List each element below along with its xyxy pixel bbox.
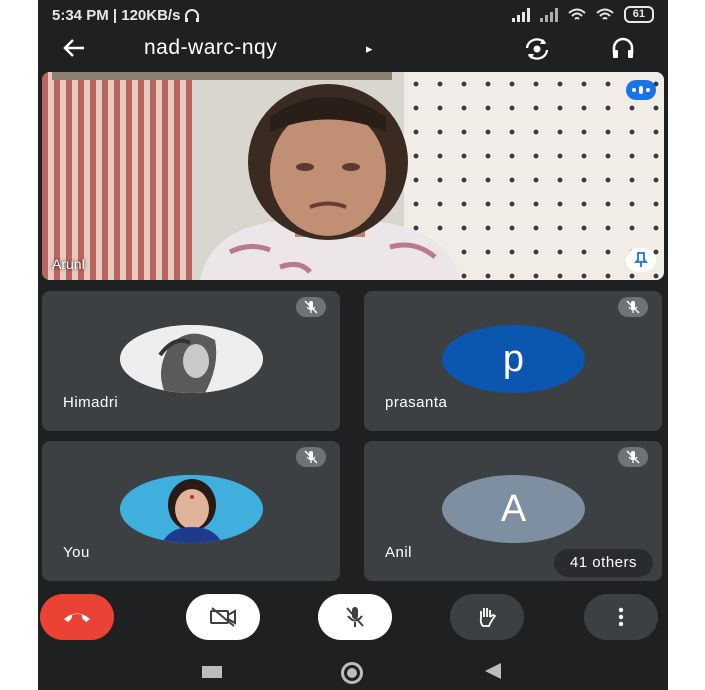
pin-icon[interactable]	[626, 248, 656, 272]
mic-off-icon	[296, 297, 326, 317]
switch-camera-icon[interactable]	[523, 36, 551, 62]
status-left: 5:34 PM | 120KB/s	[52, 7, 200, 24]
mic-off-icon	[618, 447, 648, 467]
mic-off-icon	[346, 607, 364, 627]
camera-toggle-button[interactable]	[186, 594, 260, 640]
recents-icon[interactable]	[202, 666, 222, 678]
participant-tile-anil[interactable]: A Anil 41 others	[364, 441, 662, 581]
signal-2-icon	[539, 7, 558, 22]
others-count-badge[interactable]: 41 others	[553, 549, 653, 577]
phone-hangup-icon	[64, 613, 90, 622]
participant-name: prasanta	[385, 394, 448, 411]
call-controls	[38, 590, 668, 650]
wifi-icon	[568, 8, 586, 20]
status-right: 61	[511, 6, 654, 23]
hand-icon	[479, 608, 497, 627]
status-bar: 5:34 PM | 120KB/s 61	[38, 0, 668, 32]
main-speaker-video[interactable]: Arunl	[42, 72, 664, 280]
speaker-figure	[200, 84, 460, 280]
system-nav-bar	[38, 650, 668, 690]
mic-toggle-button[interactable]	[318, 594, 392, 640]
headphones-icon[interactable]	[610, 36, 636, 62]
nav-back-icon[interactable]	[485, 663, 501, 679]
avatar-letter: A	[500, 487, 527, 530]
signal-icon	[511, 7, 530, 22]
participant-tile-prasanta[interactable]: p prasanta	[364, 291, 662, 431]
participant-name: You	[63, 544, 90, 561]
raise-hand-button[interactable]	[450, 594, 524, 640]
battery-icon: 61	[623, 6, 654, 23]
phone-screen: 5:34 PM | 120KB/s 61 nad-warc-nqy ▸ Arun…	[38, 0, 668, 690]
more-options-button[interactable]	[584, 594, 658, 640]
mic-off-icon	[296, 447, 326, 467]
top-bar: nad-warc-nqy ▸	[38, 32, 668, 68]
avatar-photo	[120, 325, 263, 393]
participant-name: Himadri	[63, 394, 119, 411]
meeting-caret-icon[interactable]: ▸	[366, 41, 373, 57]
participant-tile-you[interactable]: You	[42, 441, 340, 581]
avatar-letter: p	[502, 337, 525, 380]
participant-tile-himadri[interactable]: Himadri	[42, 291, 340, 431]
end-call-button[interactable]	[40, 594, 114, 640]
avatar-letter-circle: p	[442, 325, 585, 393]
more-vert-icon	[618, 607, 624, 627]
meeting-code[interactable]: nad-warc-nqy	[144, 36, 277, 60]
avatar-photo	[120, 475, 263, 543]
mic-off-icon	[618, 297, 648, 317]
status-time-speed: 5:34 PM | 120KB/s	[52, 7, 181, 24]
camera-off-icon	[210, 607, 236, 627]
arrow-left-icon[interactable]	[60, 34, 88, 62]
home-icon[interactable]	[341, 662, 363, 684]
participant-name: Anil	[385, 544, 413, 561]
avatar-letter-circle: A	[442, 475, 585, 543]
headset-status-icon	[185, 8, 200, 22]
main-speaker-name: Arunl	[52, 256, 85, 272]
wifi-2-icon	[596, 8, 614, 20]
speaking-indicator-icon	[626, 80, 656, 100]
